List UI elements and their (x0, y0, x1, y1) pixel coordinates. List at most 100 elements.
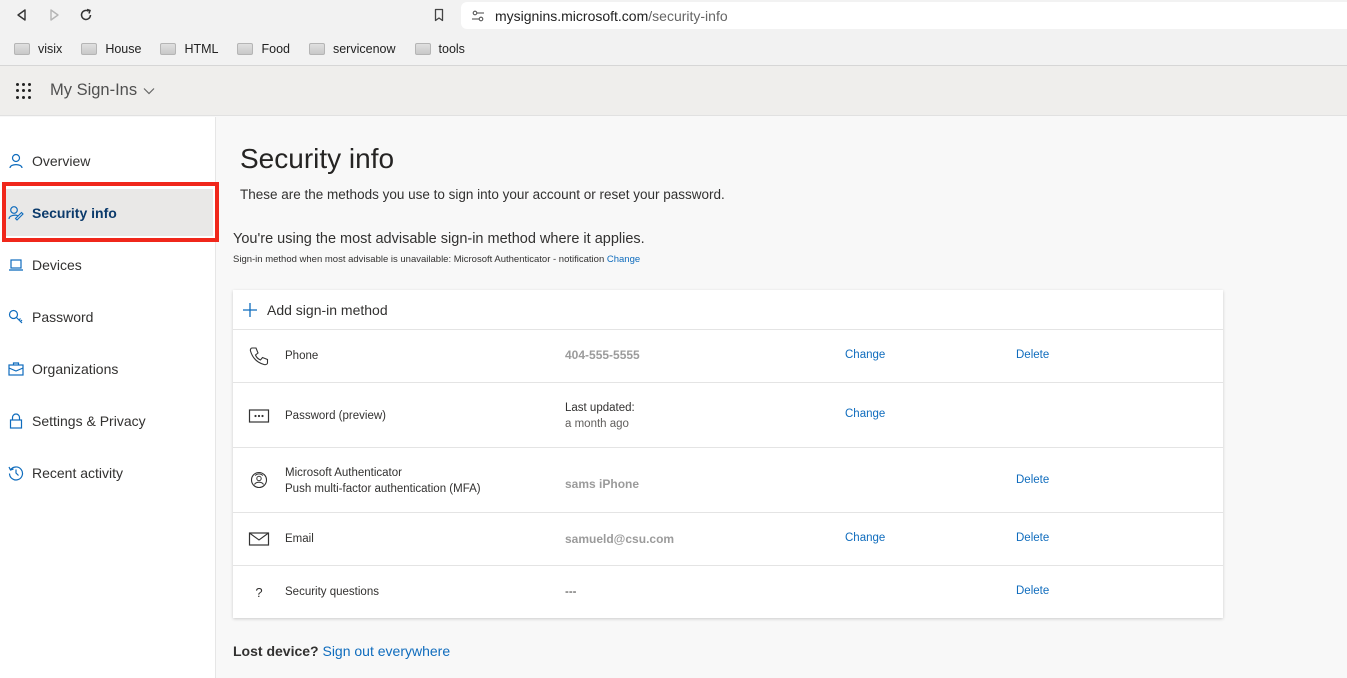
app-switcher[interactable]: My Sign-Ins (50, 81, 155, 100)
method-name: Microsoft Authenticator Push multi-facto… (285, 465, 481, 497)
site-settings-icon (472, 10, 484, 21)
bookmark-folder[interactable]: visix (14, 42, 62, 56)
sidebar-item-devices[interactable]: Devices (0, 239, 216, 291)
method-detail: Last updated: a month ago (565, 400, 635, 432)
person-icon (9, 153, 23, 169)
bookmark-folder[interactable]: servicenow (308, 42, 396, 56)
main-content: Security info These are the methods you … (217, 117, 1347, 678)
method-row-authenticator: Microsoft Authenticator Push multi-facto… (233, 448, 1223, 513)
change-password-link[interactable]: Change (845, 408, 885, 420)
authenticator-icon (248, 469, 270, 491)
last-updated-label: Last updated: (565, 402, 635, 414)
lost-device-label: Lost device? (233, 643, 319, 659)
sidebar-item-settings-privacy[interactable]: Settings & Privacy (0, 395, 216, 447)
sidebar: Overview Security info Devices Password … (0, 117, 216, 678)
sidebar-item-label: Password (32, 309, 94, 325)
history-icon (8, 466, 24, 481)
method-detail: --- (565, 586, 577, 598)
plus-icon (243, 302, 257, 317)
folder-icon (237, 43, 254, 55)
last-updated-value: a month ago (565, 418, 629, 430)
forward-button[interactable] (44, 5, 64, 25)
bookmark-label: Food (261, 42, 290, 56)
bookmarks-bar: visix House HTML Food servicenow tools (0, 38, 484, 60)
sidebar-item-label: Security info (32, 204, 117, 221)
password-icon (248, 405, 270, 427)
sidebar-item-security-info[interactable]: Security info (6, 189, 213, 236)
add-sign-in-method-button[interactable]: Add sign-in method (233, 290, 1223, 330)
back-button[interactable] (12, 5, 32, 25)
sidebar-item-label: Organizations (32, 361, 119, 377)
sidebar-item-label: Devices (32, 257, 82, 273)
bookmark-label: tools (438, 42, 465, 56)
advisable-message: You're using the most advisable sign-in … (233, 231, 645, 247)
key-icon (8, 309, 23, 324)
url-host: mysignins.microsoft.com (495, 7, 649, 24)
method-name: Security questions (285, 586, 379, 598)
bookmark-folder[interactable]: tools (414, 42, 465, 56)
change-phone-link[interactable]: Change (845, 349, 885, 361)
delete-security-questions-link[interactable]: Delete (1016, 585, 1049, 597)
bookmark-label: HTML (184, 42, 219, 56)
bookmark-label: servicenow (332, 42, 396, 56)
method-name: Phone (285, 350, 319, 362)
briefcase-icon (8, 362, 24, 376)
bookmark-label: visix (38, 42, 63, 56)
folder-icon (14, 43, 30, 55)
app-title: My Sign-Ins (50, 81, 138, 99)
method-row-phone: Phone 404-555-5555 Change Delete (233, 330, 1223, 383)
folder-icon (160, 43, 177, 55)
delete-phone-link[interactable]: Delete (1016, 349, 1049, 361)
forward-arrow-icon (50, 9, 59, 21)
reload-button[interactable] (76, 5, 96, 25)
bookmark-folder[interactable]: HTML (160, 42, 218, 56)
page-title: Security info (240, 143, 395, 174)
reload-icon (80, 8, 92, 21)
method-detail: 404-555-5555 (565, 348, 640, 362)
app-header: My Sign-Ins (0, 66, 1347, 116)
sign-in-methods-card: Add sign-in method Phone 404-555-5555 Ch… (233, 290, 1223, 618)
default-method-text: Sign-in method when most advisable is un… (233, 254, 605, 265)
person-edit-icon (8, 205, 24, 221)
page-subtitle: These are the methods you use to sign in… (240, 187, 725, 202)
bookmark-button[interactable] (429, 5, 449, 25)
method-subtitle: Push multi-factor authentication (MFA) (285, 483, 481, 495)
laptop-icon (9, 259, 23, 271)
sidebar-item-label: Settings & Privacy (32, 413, 146, 429)
lock-icon (9, 413, 23, 429)
folder-icon (81, 43, 98, 55)
folder-icon (308, 43, 325, 55)
question-icon: ? (255, 584, 263, 600)
add-sign-in-method-label: Add sign-in method (267, 301, 388, 318)
sidebar-item-overview[interactable]: Overview (0, 135, 216, 187)
back-arrow-icon (17, 9, 26, 21)
method-row-security-questions: ? Security questions --- Delete (233, 566, 1223, 618)
delete-authenticator-link[interactable]: Delete (1016, 474, 1049, 486)
change-email-link[interactable]: Change (845, 532, 885, 544)
bookmark-folder[interactable]: House (81, 42, 141, 56)
browser-toolbar: mysignins.microsoft.com/security-info vi… (0, 0, 1347, 66)
address-bar[interactable]: mysignins.microsoft.com/security-info (461, 2, 1347, 29)
method-row-email: Email samueld@csu.com Change Delete (233, 513, 1223, 566)
method-name: Email (285, 533, 314, 545)
folder-icon (414, 43, 431, 55)
sidebar-item-organizations[interactable]: Organizations (0, 343, 216, 395)
sign-out-everywhere-link[interactable]: Sign out everywhere (322, 643, 450, 659)
mail-icon (248, 528, 270, 550)
app-launcher-icon[interactable] (16, 83, 32, 99)
default-method-line: Sign-in method when most advisable is un… (233, 254, 640, 265)
method-row-password: Password (preview) Last updated: a month… (233, 383, 1223, 448)
sidebar-item-recent-activity[interactable]: Recent activity (0, 447, 216, 499)
method-title: Microsoft Authenticator (285, 467, 402, 479)
chevron-down-icon (143, 87, 155, 94)
sidebar-item-label: Overview (32, 153, 91, 169)
bookmark-icon (434, 8, 444, 22)
delete-email-link[interactable]: Delete (1016, 532, 1049, 544)
change-default-method-link[interactable]: Change (607, 254, 640, 265)
bookmark-label: House (105, 42, 142, 56)
bookmark-folder[interactable]: Food (237, 42, 290, 56)
sidebar-item-password[interactable]: Password (0, 291, 216, 343)
url-path: /security-info (648, 7, 728, 24)
method-detail: sams iPhone (565, 477, 640, 491)
lost-device-line: Lost device? Sign out everywhere (233, 643, 450, 659)
